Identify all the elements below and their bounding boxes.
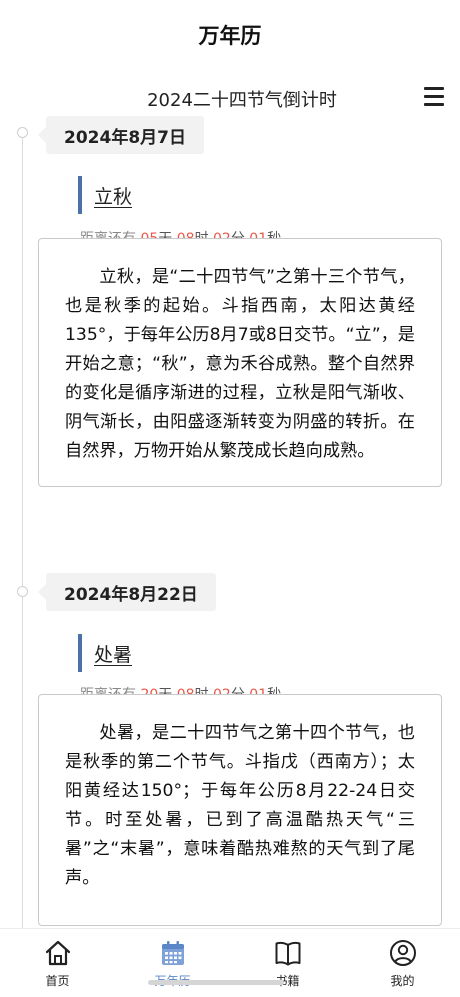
user-icon	[389, 940, 416, 966]
page-subheader: 2024二十四节气倒计时	[0, 74, 460, 120]
page-heading: 2024二十四节气倒计时	[147, 90, 337, 111]
nav-item-profile[interactable]: 我的	[345, 929, 460, 997]
term-description-card: 立秋，是“二十四节气”之第十三个节气，也是秋季的起始。斗指西南，太阳达黄经135…	[38, 238, 442, 487]
nav-item-home[interactable]: 首页	[0, 929, 115, 997]
nav-label: 首页	[45, 974, 70, 988]
bottom-nav: 首页 万年历 书籍 我的	[0, 928, 460, 997]
nav-label: 我的	[390, 974, 415, 988]
term-description: 立秋，是“二十四节气”之第十三个节气，也是秋季的起始。斗指西南，太阳达黄经135…	[65, 267, 415, 461]
date-tag: 2024年8月22日	[38, 573, 216, 611]
solar-term-title[interactable]: 处暑	[78, 634, 132, 672]
timeline-dot	[17, 586, 28, 597]
home-icon	[45, 940, 70, 966]
solar-term-name[interactable]: 处暑	[94, 640, 132, 667]
timeline-line	[22, 128, 23, 933]
calendar-icon	[161, 941, 184, 965]
nav-item-books[interactable]: 书籍	[230, 929, 345, 997]
menu-icon[interactable]	[422, 82, 446, 110]
book-icon	[275, 941, 300, 966]
app-header: 万年历	[0, 0, 460, 70]
app-title: 万年历	[198, 24, 262, 48]
timeline-dot	[17, 127, 28, 138]
nav-item-calendar[interactable]: 万年历	[115, 929, 230, 997]
home-indicator	[148, 980, 284, 985]
solar-term-name[interactable]: 立秋	[94, 182, 132, 209]
term-description: 处暑，是二十四节气之第十四个节气，也是秋季的第二个节气。斗指戊（西南方）；太阳黄…	[65, 723, 415, 888]
term-description-card: 处暑，是二十四节气之第十四个节气，也是秋季的第二个节气。斗指戊（西南方）；太阳黄…	[38, 694, 442, 926]
date-tag: 2024年8月7日	[38, 116, 204, 154]
solar-term-title[interactable]: 立秋	[78, 176, 132, 214]
